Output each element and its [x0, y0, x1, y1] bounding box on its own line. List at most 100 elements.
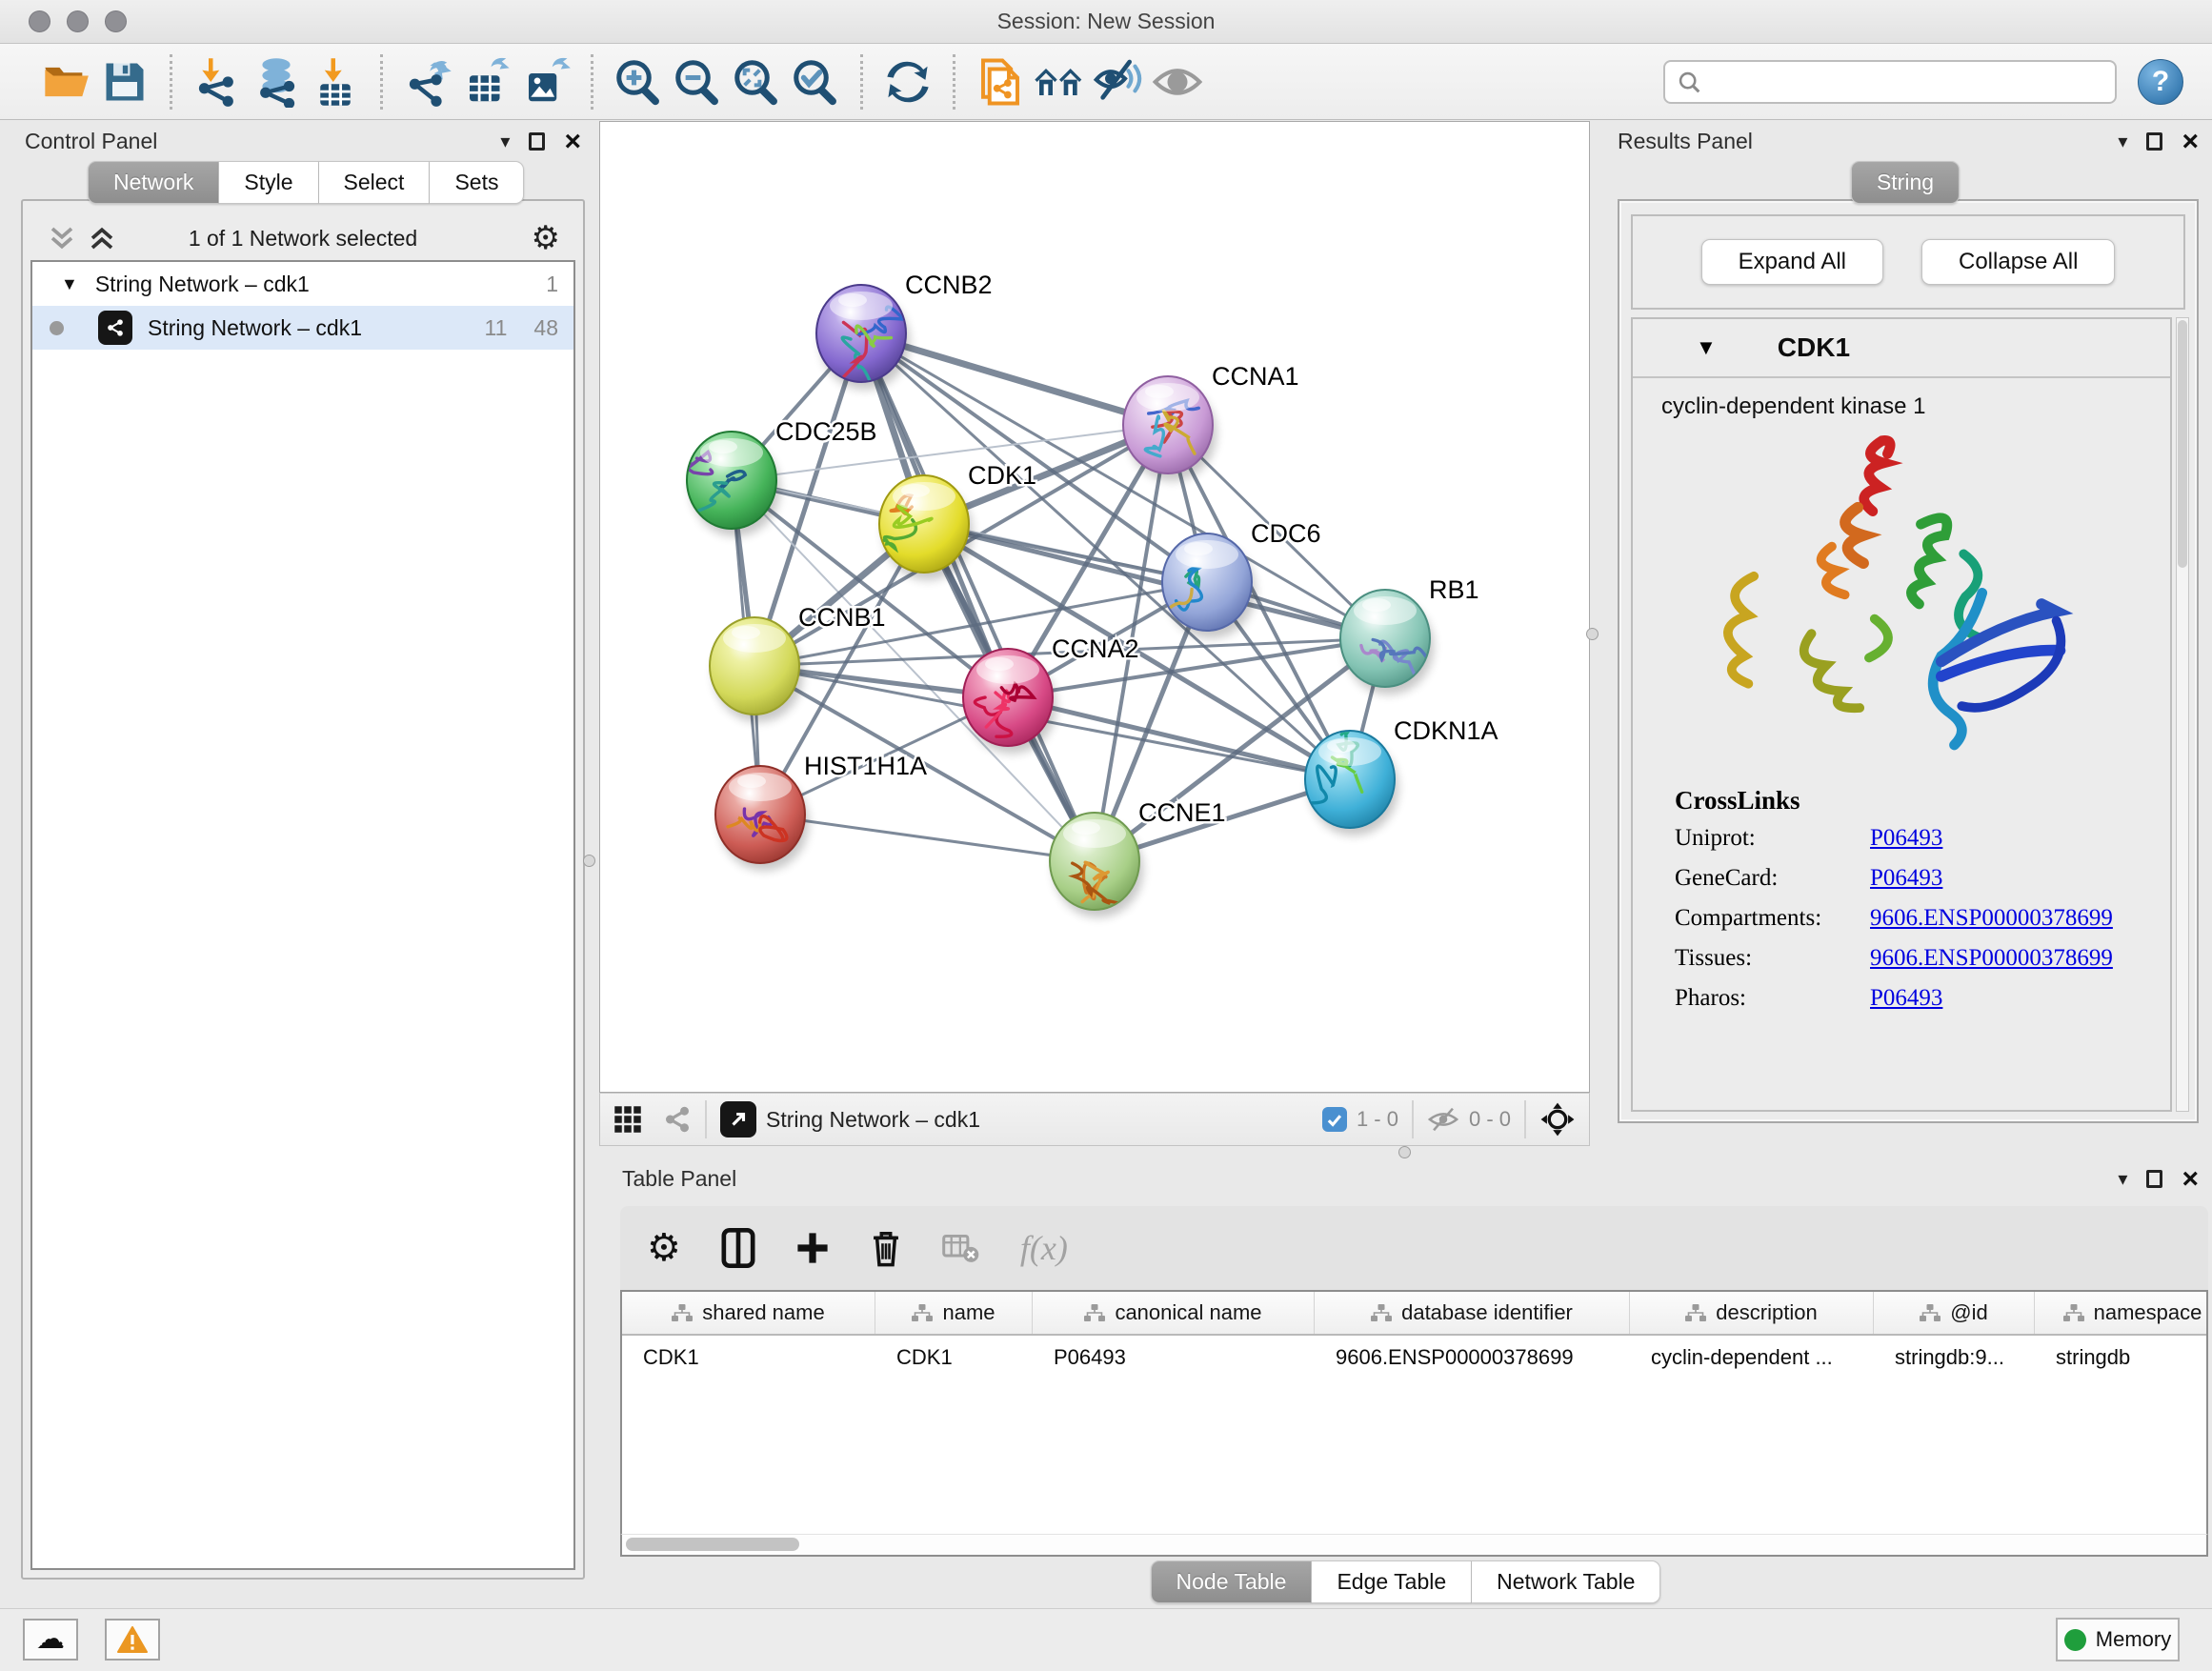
memory-status-dot [2064, 1629, 2086, 1651]
zoom-selected-icon[interactable] [786, 52, 845, 111]
tab-edge-table[interactable]: Edge Table [1312, 1560, 1472, 1603]
table-hscrollbar-thumb[interactable] [626, 1538, 799, 1551]
cloud-status-button[interactable]: ☁ [23, 1619, 78, 1661]
network-collection-row[interactable]: ▼ String Network – cdk1 1 [32, 262, 573, 306]
network-node-CDK1[interactable] [874, 475, 974, 580]
tab-select[interactable]: Select [319, 161, 431, 204]
collection-expander-icon[interactable]: ▼ [61, 274, 78, 294]
column-header-shared-name[interactable]: shared name [622, 1292, 875, 1334]
crosslink-link[interactable]: P06493 [1870, 825, 1942, 852]
show-hide-glass-icon[interactable] [1089, 52, 1148, 111]
export-image-icon[interactable] [516, 52, 575, 111]
grid-view-icon[interactable] [613, 1105, 642, 1134]
memory-button[interactable]: Memory [2056, 1618, 2180, 1661]
tab-style[interactable]: Style [219, 161, 318, 204]
tab-sets[interactable]: Sets [430, 161, 524, 204]
change-confidence-icon[interactable] [1030, 52, 1089, 111]
control-panel-menu-icon[interactable]: ▾ [500, 130, 510, 153]
apply-layout-icon[interactable] [878, 52, 937, 111]
network-edge[interactable] [760, 815, 1095, 861]
selected-checkbox-icon[interactable] [1322, 1107, 1347, 1132]
crosslinks-block: CrossLinks Uniprot: P06493 GeneCard: P06… [1633, 780, 2170, 1012]
warnings-button[interactable] [105, 1619, 160, 1661]
results-scrollbar[interactable] [2176, 317, 2189, 1112]
zoom-out-icon[interactable] [668, 52, 727, 111]
hidden-eye-icon[interactable] [1427, 1107, 1459, 1132]
detach-view-icon[interactable] [720, 1101, 756, 1137]
column-header-namespace[interactable]: namespace [2035, 1292, 2208, 1334]
export-table-icon[interactable] [457, 52, 516, 111]
zoom-in-icon[interactable] [609, 52, 668, 111]
results-panel-menu-icon[interactable]: ▾ [2118, 130, 2127, 153]
show-columns-icon[interactable] [721, 1228, 755, 1268]
control-panel-close-icon[interactable]: × [564, 132, 581, 151]
import-table-file-icon[interactable] [306, 52, 365, 111]
table-row[interactable]: CDK1CDK1P064939606.ENSP00000378699cyclin… [622, 1336, 2206, 1379]
open-session-icon[interactable] [36, 52, 95, 111]
table-panel-float-icon[interactable] [2146, 1170, 2162, 1188]
crosslink-label: Uniprot: [1675, 825, 1870, 852]
gene-expander-icon[interactable]: ▼ [1696, 335, 1717, 360]
help-button[interactable]: ? [2138, 59, 2183, 105]
splitter-handle[interactable] [583, 855, 595, 867]
network-share-icon[interactable] [663, 1105, 692, 1134]
table-settings-gear-icon[interactable]: ⚙ [647, 1229, 681, 1267]
results-panel-close-icon[interactable]: × [2182, 132, 2199, 151]
node-table[interactable]: shared namenamecanonical namedatabase id… [620, 1290, 2208, 1534]
table-panel-close-icon[interactable]: × [2182, 1170, 2199, 1189]
export-network-icon[interactable] [398, 52, 457, 111]
crosslink-link[interactable]: 9606.ENSP00000378699 [1870, 945, 2113, 972]
tab-network[interactable]: Network [88, 161, 219, 204]
eye-icon[interactable] [1148, 52, 1207, 111]
table-panel: Table Panel ▾ × ⚙ f(x) shared namenameca… [599, 1157, 2212, 1608]
network-row[interactable]: String Network – cdk1 11 48 [32, 306, 573, 350]
network-options-gear-icon[interactable]: ⚙ [532, 222, 560, 254]
control-panel-float-icon[interactable] [529, 132, 545, 151]
delete-column-icon[interactable] [870, 1229, 902, 1267]
results-panel-float-icon[interactable] [2146, 132, 2162, 151]
import-network-database-icon[interactable] [247, 52, 306, 111]
column-header-canonical-name[interactable]: canonical name [1033, 1292, 1315, 1334]
column-header-name[interactable]: name [875, 1292, 1033, 1334]
network-node-CCNB2[interactable] [816, 285, 910, 401]
node-label-RB1: RB1 [1429, 575, 1479, 604]
search-input[interactable] [1663, 60, 2117, 104]
birdseye-toggle-icon[interactable] [1539, 1101, 1576, 1137]
network-node-HIST1H1A[interactable] [715, 766, 809, 871]
table-panel-menu-icon[interactable]: ▾ [2118, 1167, 2127, 1191]
network-node-CCNA1[interactable] [1123, 376, 1217, 481]
table-hscrollbar[interactable] [620, 1534, 2208, 1557]
network-node-CCNE1[interactable] [1050, 813, 1143, 917]
delete-table-icon[interactable] [942, 1233, 980, 1263]
network-node-RB1[interactable] [1340, 590, 1434, 695]
network-edge[interactable] [861, 333, 1095, 861]
crosslink-row: Tissues: 9606.ENSP00000378699 [1675, 945, 2170, 972]
expand-all-button[interactable]: Expand All [1701, 239, 1883, 285]
column-header--id[interactable]: @id [1874, 1292, 2035, 1334]
toolbar-separator [953, 54, 955, 110]
cloud-icon: ☁ [36, 1625, 65, 1654]
tab-string[interactable]: String [1851, 161, 1960, 204]
hidden-counts: 0 - 0 [1469, 1107, 1511, 1132]
table-toolbar: ⚙ f(x) [620, 1206, 2208, 1290]
add-column-icon[interactable] [795, 1231, 830, 1265]
string-import-icon[interactable] [971, 52, 1030, 111]
network-canvas[interactable]: CCNB2CCNA1CDC25BCDK1CDC6RB1CCNB1CCNA2CDK… [599, 121, 1590, 1093]
zoom-fit-icon[interactable] [727, 52, 786, 111]
crosslink-link[interactable]: P06493 [1870, 865, 1942, 892]
crosslink-link[interactable]: P06493 [1870, 985, 1942, 1012]
tab-network-table[interactable]: Network Table [1472, 1560, 1660, 1603]
import-network-file-icon[interactable] [188, 52, 247, 111]
network-view[interactable]: CCNB2CCNA1CDC25BCDK1CDC6RB1CCNB1CCNA2CDK… [600, 122, 1589, 1092]
network-node-CDC6[interactable] [1156, 534, 1256, 640]
network-node-CDKN1A[interactable] [1305, 728, 1398, 836]
save-session-icon[interactable] [95, 52, 154, 111]
function-builder-icon[interactable]: f(x) [1020, 1228, 1068, 1268]
network-node-CDC25B[interactable] [682, 432, 780, 536]
splitter-handle[interactable] [1586, 628, 1599, 640]
tab-node-table[interactable]: Node Table [1151, 1560, 1313, 1603]
collapse-all-button[interactable]: Collapse All [1921, 239, 2115, 285]
crosslink-link[interactable]: 9606.ENSP00000378699 [1870, 905, 2113, 932]
column-header-database-identifier[interactable]: database identifier [1315, 1292, 1630, 1334]
column-header-description[interactable]: description [1630, 1292, 1874, 1334]
